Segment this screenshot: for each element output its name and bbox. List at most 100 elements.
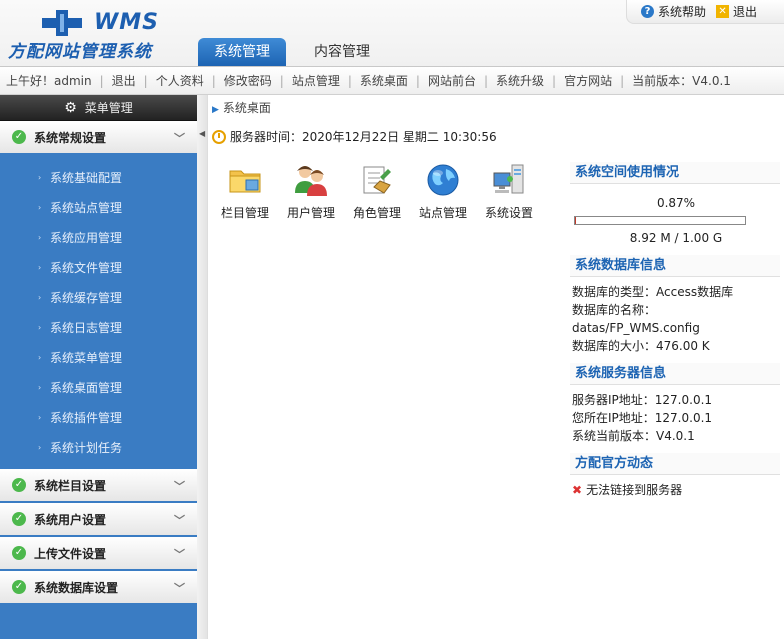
official-news-body: ✖ 无法链接到服务器 (570, 475, 780, 507)
divider: | (552, 73, 557, 88)
computer-icon (493, 164, 524, 194)
users-icon (295, 166, 327, 196)
arrow-right-icon: › (38, 323, 42, 332)
main-content: ▶ 系统桌面 服务器时间：2020年12月22日 星期二 10:30:56 栏目管… (208, 95, 784, 639)
divider: | (620, 73, 625, 88)
sidebar-group-upload-settings[interactable]: ✓ 上传文件设置 ﹀ (0, 537, 197, 571)
space-usage-bar (574, 216, 746, 225)
breadcrumb-label: 系统桌面 (222, 101, 271, 115)
clock-icon (212, 129, 226, 144)
help-icon[interactable]: ? (641, 5, 654, 18)
space-usage-text: 8.92 M / 1.00 G (629, 231, 723, 245)
sidebar-group-column-settings[interactable]: ✓ 系统栏目设置 ﹀ (0, 469, 197, 503)
triangle-right-icon: ▶ (212, 105, 219, 115)
chevron-down-icon: ﹀ (174, 582, 185, 595)
sidebar-group-database-settings[interactable]: ✓ 系统数据库设置 ﹀ (0, 571, 197, 605)
server-ip: 服务器IP地址：127.0.0.1 (572, 393, 713, 407)
chevron-down-icon: ﹀ (174, 132, 185, 145)
nav-official-site[interactable]: 官方网站 (564, 72, 612, 89)
gear-icon: ⚙ (64, 99, 77, 116)
logo: WMS 方配网站管理系统 (8, 6, 198, 62)
database-name-value: datas/FP_WMS.config (572, 321, 700, 335)
sidebar-item-menu-management[interactable]: › 系统菜单管理 (0, 343, 197, 373)
arrow-right-icon: › (38, 383, 42, 392)
check-icon: ✓ (12, 478, 26, 492)
quick-icon-label: 站点管理 (418, 206, 467, 220)
arrow-right-icon: › (38, 293, 42, 302)
nav-logout[interactable]: 退出 (112, 72, 136, 89)
error-icon: ✖ (572, 483, 583, 497)
database-size: 数据库的大小：476.00 K (572, 339, 710, 353)
divider: | (415, 73, 420, 88)
triangle-left-icon: ◀ (199, 129, 206, 138)
divider: | (483, 73, 489, 88)
tab-content-management[interactable]: 内容管理 (286, 38, 386, 66)
quick-icon-site-management[interactable]: 站点管理 (410, 163, 476, 221)
space-usage-percent: 0.87% (656, 196, 696, 210)
sidebar-collapse-handle[interactable]: ◀ (197, 95, 208, 639)
nav-site-frontend[interactable]: 网站前台 (428, 72, 476, 89)
sidebar-item-basic-config[interactable]: › 系统基础配置 (0, 163, 197, 193)
arrow-right-icon: › (38, 203, 42, 212)
sidebar-item-scheduled-tasks[interactable]: › 系统计划任务 (0, 433, 197, 463)
database-info-title: 系统数据库信息 (570, 255, 780, 277)
chevron-down-icon: ﹀ (174, 514, 185, 527)
exit-icon[interactable]: ✕ (716, 5, 730, 18)
quick-icon-label: 系统设置 (484, 206, 533, 220)
database-name-label: 数据库的名称： (572, 303, 657, 317)
space-usage-fill (575, 217, 577, 224)
sidebar-item-desktop-management[interactable]: › 系统桌面管理 (0, 373, 197, 403)
database-info-body: 数据库的类型：Access数据库 数据库的名称： datas/FP_WMS.co… (570, 277, 780, 363)
check-icon: ✓ (12, 580, 26, 594)
nav-system-upgrade[interactable]: 系统升级 (496, 72, 544, 89)
nav-profile[interactable]: 个人资料 (156, 72, 204, 89)
server-time: 服务器时间：2020年12月22日 星期二 10:30:56 (212, 128, 497, 145)
sidebar-item-app-management[interactable]: › 系统应用管理 (0, 223, 197, 253)
news-message: 无法链接到服务器 (586, 483, 683, 497)
nav-system-desktop[interactable]: 系统桌面 (360, 72, 408, 89)
chevron-down-icon: ﹀ (174, 548, 185, 561)
quick-icons: 栏目管理 用户管理 角色管理 站点管理 系统设置 (212, 163, 542, 221)
greeting-text: 上午好！admin (6, 74, 92, 88)
arrow-right-icon: › (38, 413, 42, 422)
quick-icon-label: 用户管理 (286, 206, 335, 220)
system-version: 系统当前版本：V4.0.1 (572, 429, 695, 443)
sidebar-item-cache-management[interactable]: › 系统缓存管理 (0, 283, 197, 313)
quick-icon-system-settings[interactable]: 系统设置 (476, 163, 542, 221)
quick-icon-user-management[interactable]: 用户管理 (278, 163, 344, 221)
quick-icon-label: 栏目管理 (220, 206, 269, 220)
sidebar-group-label: 系统常规设置 (34, 130, 107, 145)
sidebar-group-user-settings[interactable]: ✓ 系统用户设置 ﹀ (0, 503, 197, 537)
arrow-right-icon: › (38, 443, 42, 452)
nav-change-password[interactable]: 修改密码 (224, 72, 272, 89)
sidebar-sub-list: › 系统基础配置 › 系统站点管理 › 系统应用管理 › 系统文件管理 › 系统缓存管理 … (0, 155, 197, 469)
arrow-right-icon: › (38, 233, 42, 242)
header: WMS 方配网站管理系统 ? 系统帮助 ✕ 退出 系统管理 内容管理 (0, 0, 784, 66)
main-tabs: 系统管理 内容管理 (198, 38, 386, 66)
role-icon (363, 166, 391, 194)
tab-system-management[interactable]: 系统管理 (198, 38, 286, 66)
nav-site-management[interactable]: 站点管理 (292, 72, 340, 89)
exit-link[interactable]: 退出 (733, 3, 757, 20)
database-type: 数据库的类型：Access数据库 (572, 285, 734, 299)
help-link[interactable]: 系统帮助 (658, 3, 706, 20)
quick-icon-role-management[interactable]: 角色管理 (344, 163, 410, 221)
arrow-right-icon: › (38, 173, 42, 182)
sidebar-group-label: 系统用户设置 (34, 512, 107, 527)
info-panel: 系统空间使用情况 0.87% 8.92 M / 1.00 G 系统数据库信息 数… (570, 162, 780, 507)
quick-icon-column-management[interactable]: 栏目管理 (212, 163, 278, 221)
current-version: 当前版本：V4.0.1 (632, 74, 731, 88)
official-news-title: 方配官方动态 (570, 453, 780, 475)
sidebar-group-general-settings[interactable]: ✓ 系统常规设置 ﹀ (0, 121, 197, 155)
sidebar-item-log-management[interactable]: › 系统日志管理 (0, 313, 197, 343)
space-usage-body: 0.87% 8.92 M / 1.00 G (570, 184, 780, 255)
top-links: ? 系统帮助 ✕ 退出 (626, 0, 784, 24)
check-icon: ✓ (12, 546, 26, 560)
sidebar-item-file-management[interactable]: › 系统文件管理 (0, 253, 197, 283)
client-ip: 您所在IP地址：127.0.0.1 (572, 411, 713, 425)
sidebar-item-plugin-management[interactable]: › 系统插件管理 (0, 403, 197, 433)
logo-mark-icon (42, 10, 82, 36)
divider: | (99, 73, 104, 88)
sidebar-title: 菜单管理 (84, 101, 133, 115)
sidebar-item-site-management[interactable]: › 系统站点管理 (0, 193, 197, 223)
